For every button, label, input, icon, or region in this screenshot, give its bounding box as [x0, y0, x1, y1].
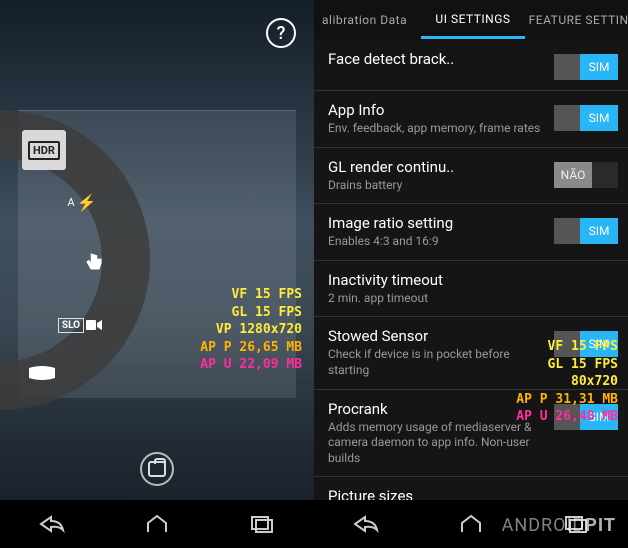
nav-home-button[interactable]: [137, 510, 177, 538]
arc-item-hdr[interactable]: HDR: [22, 130, 66, 170]
settings-tabs: alibration Data UI SETTINGS FEATURE SETT…: [314, 0, 628, 40]
setting-text: GL render continu.. Drains battery: [328, 158, 554, 194]
nav-home-button[interactable]: [451, 510, 491, 538]
tab-calibration-data[interactable]: alibration Data: [314, 3, 421, 37]
stat-vf-fps: VF 15 FPS: [516, 338, 618, 356]
tab-ui-settings[interactable]: UI SETTINGS: [421, 2, 524, 39]
nav-back-button[interactable]: [346, 510, 386, 538]
arc-item-flash-auto[interactable]: A ⚡: [60, 182, 104, 222]
arc-item-panorama[interactable]: [20, 354, 64, 394]
android-nav-bar: [0, 500, 314, 548]
setting-title: GL render continu..: [328, 158, 544, 176]
settings-list[interactable]: Face detect brack.. SIM App Info Env. feedb…: [314, 40, 628, 500]
setting-row[interactable]: Face detect brack.. SIM: [314, 40, 628, 91]
setting-text: Face detect brack..: [328, 50, 554, 70]
setting-text: Inactivity timeout 2 min. app timeout: [328, 271, 618, 307]
stat-ap-u: AP U 26,48 MB: [516, 408, 618, 426]
setting-text: Picture sizes: [328, 487, 618, 500]
setting-row[interactable]: GL render continu.. Drains battery NÃO: [314, 148, 628, 205]
touch-icon: [81, 250, 107, 280]
setting-title: Stowed Sensor: [328, 327, 544, 345]
setting-title: Image ratio setting: [328, 214, 544, 232]
setting-toggle[interactable]: NÃO: [554, 162, 618, 188]
video-icon: [86, 316, 102, 335]
setting-subtitle: Adds memory usage of mediaserver & camer…: [328, 420, 544, 467]
flash-icon: ⚡: [77, 193, 97, 212]
nav-recent-button[interactable]: [242, 510, 282, 538]
setting-title: Procrank: [328, 400, 544, 418]
setting-subtitle: Drains battery: [328, 178, 544, 194]
nav-recent-button[interactable]: [556, 510, 596, 538]
tab-feature-settings[interactable]: FEATURE SETTIN: [525, 3, 628, 37]
setting-text: Image ratio setting Enables 4:3 and 16:9: [328, 214, 554, 250]
camera-icon: [148, 461, 166, 477]
stat-vp-res: VP 1280x720: [200, 321, 302, 339]
left-phone-screenshot: ? HDR A ⚡ SLO VF 15 FPS GL 15 FPS: [0, 0, 314, 548]
arc-item-touch-focus[interactable]: [72, 245, 116, 285]
stat-ap-p: AP P 31,31 MB: [516, 391, 618, 409]
camera-mode-switch-button[interactable]: [140, 452, 174, 486]
toggle-thumb: NÃO: [554, 162, 592, 188]
stat-gl-fps: GL 15 FPS: [200, 304, 302, 322]
toggle-thumb: SIM: [580, 218, 618, 244]
hdr-icon: HDR: [28, 141, 60, 160]
setting-row[interactable]: Image ratio setting Enables 4:3 and 16:9 S…: [314, 204, 628, 261]
setting-text: App Info Env. feedback, app memory, frame…: [328, 101, 554, 137]
setting-subtitle: Enables 4:3 and 16:9: [328, 234, 544, 250]
stat-ap-p: AP P 26,65 MB: [200, 339, 302, 357]
setting-subtitle: Env. feedback, app memory, frame rates: [328, 121, 544, 137]
help-icon: ?: [277, 23, 286, 44]
setting-subtitle: 2 min. app timeout: [328, 291, 608, 307]
stat-ap-u: AP U 22,09 MB: [200, 356, 302, 374]
setting-subtitle: Check if device is in pocket before star…: [328, 347, 544, 378]
right-phone-screenshot: alibration Data UI SETTINGS FEATURE SETT…: [314, 0, 628, 548]
android-nav-bar: [314, 500, 628, 548]
stat-vf-fps: VF 15 FPS: [200, 286, 302, 304]
setting-title: App Info: [328, 101, 544, 119]
slo-label: SLO: [58, 318, 84, 333]
setting-title: Picture sizes: [328, 487, 608, 500]
toggle-thumb: SIM: [580, 105, 618, 131]
nav-back-button[interactable]: [32, 510, 72, 538]
toggle-thumb: SIM: [580, 54, 618, 80]
setting-row[interactable]: Picture sizes: [314, 477, 628, 500]
stat-vp-res: 80x720: [516, 373, 618, 391]
flash-auto-label: A: [67, 196, 75, 209]
setting-title: Face detect brack..: [328, 50, 544, 68]
setting-row[interactable]: App Info Env. feedback, app memory, frame…: [314, 91, 628, 148]
panorama-icon: [28, 365, 56, 384]
setting-row[interactable]: Inactivity timeout 2 min. app timeout: [314, 261, 628, 318]
setting-toggle[interactable]: SIM: [554, 218, 618, 244]
arc-item-slow-motion[interactable]: SLO: [58, 305, 102, 345]
help-button[interactable]: ?: [266, 18, 296, 48]
debug-stats-overlay-right: VF 15 FPS GL 15 FPS 80x720 AP P 31,31 MB…: [516, 338, 618, 426]
setting-title: Inactivity timeout: [328, 271, 608, 289]
setting-toggle[interactable]: SIM: [554, 105, 618, 131]
debug-stats-overlay: VF 15 FPS GL 15 FPS VP 1280x720 AP P 26,…: [200, 286, 302, 374]
stat-gl-fps: GL 15 FPS: [516, 356, 618, 374]
setting-toggle[interactable]: SIM: [554, 54, 618, 80]
